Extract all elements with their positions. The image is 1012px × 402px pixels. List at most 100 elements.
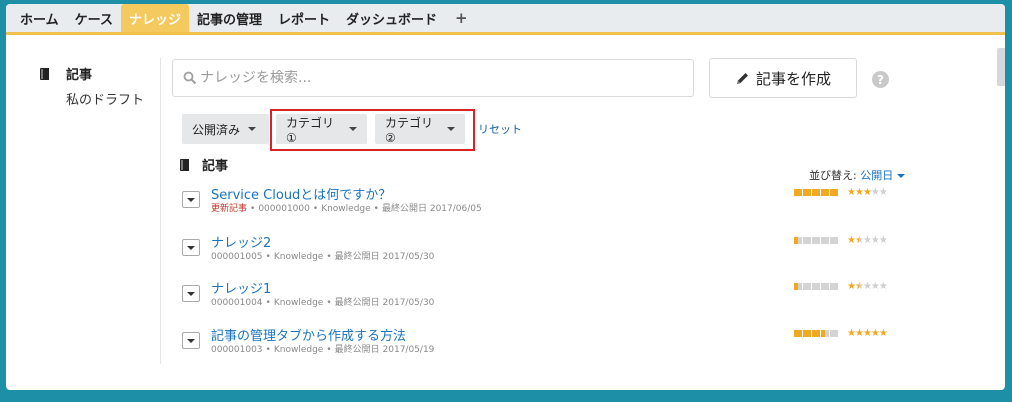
sidebar-item-articles[interactable]: 記事 xyxy=(30,64,160,83)
section-title: 記事 xyxy=(178,155,228,174)
popularity-bar xyxy=(803,237,811,244)
reset-link[interactable]: リセット xyxy=(478,121,522,137)
star-icon: ★ xyxy=(847,235,856,246)
section-title-label: 記事 xyxy=(202,159,229,174)
separator: • xyxy=(265,298,271,308)
star-icon: ★ xyxy=(854,328,864,339)
rating: ★ ★ ★ ★ ★ xyxy=(794,187,888,198)
star-icon: ★ xyxy=(862,235,872,246)
popularity-bar xyxy=(830,330,838,337)
popularity-bar xyxy=(794,237,802,244)
popularity-bar xyxy=(812,283,820,290)
article-type: Knowledge xyxy=(321,204,371,214)
filter-category-1[interactable]: カテゴリ① xyxy=(276,114,367,145)
article-date: 最終公開日 2017/05/30 xyxy=(334,252,435,262)
separator: • xyxy=(265,345,271,355)
chevron-down-icon xyxy=(897,174,906,178)
separator: • xyxy=(250,204,256,214)
filter-category-2[interactable]: カテゴリ② xyxy=(375,114,465,145)
star-rating: ★ ★ ★ ★ ★ xyxy=(847,328,888,339)
rating: ★ ★ ★ ★ ★ xyxy=(794,281,888,292)
filter-label: カテゴリ② xyxy=(385,115,434,145)
sort-dropdown[interactable]: 公開日 xyxy=(860,169,906,182)
star-icon: ★ xyxy=(847,328,856,339)
article-meta: 000001004 • Knowledge • 最終公開日 2017/05/30 xyxy=(211,295,434,308)
star-icon: ★ xyxy=(870,235,880,246)
sort-label: 並び替え: xyxy=(809,169,857,182)
filter-published[interactable]: 公開済み xyxy=(182,114,269,144)
row-menu-button[interactable] xyxy=(182,239,200,256)
sort-value: 公開日 xyxy=(860,169,894,182)
tab-cases[interactable]: ケース xyxy=(67,4,121,32)
article-type: Knowledge xyxy=(273,252,324,262)
article-number: 000001003 xyxy=(211,345,263,355)
separator: • xyxy=(326,345,332,355)
tab-article-management[interactable]: 記事の管理 xyxy=(189,4,270,32)
star-icon: ★ xyxy=(847,281,856,292)
article-meta: 更新記事 • 000001000 • Knowledge • 最終公開日 2017/06/0… xyxy=(211,201,482,214)
article-date: 最終公開日 2017/05/30 xyxy=(334,298,435,308)
row-menu-button[interactable] xyxy=(182,332,200,349)
popularity-bar xyxy=(794,330,802,337)
separator: • xyxy=(373,204,379,214)
status-badge: 更新記事 xyxy=(211,204,248,214)
tab-home[interactable]: ホーム xyxy=(12,4,67,32)
star-icon: ★ xyxy=(862,328,872,339)
article-meta: 000001003 • Knowledge • 最終公開日 2017/05/19 xyxy=(211,342,434,355)
rating: ★ ★ ★ ★ ★ xyxy=(794,328,888,339)
popularity-bar xyxy=(830,283,838,290)
tab-knowledge[interactable]: ナレッジ xyxy=(120,4,189,32)
search-box xyxy=(172,59,694,97)
sort-control: 並び替え: 公開日 xyxy=(809,167,906,183)
popularity-bar xyxy=(821,237,829,244)
star-rating: ★ ★ ★ ★ ★ xyxy=(847,281,888,292)
sidebar-item-my-drafts[interactable]: 私のドラフト xyxy=(66,89,160,108)
list-item: 記事の管理タブから作成する方法 000001003 • Knowledge • 最終公開日… xyxy=(182,325,912,363)
chevron-down-icon xyxy=(248,127,257,131)
chevron-down-icon xyxy=(349,127,357,131)
popularity-bar xyxy=(812,189,820,196)
popularity-bar xyxy=(803,189,811,196)
list-item: ナレッジ2 000001005 • Knowledge • 最終公開日 2017/05/3… xyxy=(182,232,912,270)
tab-dashboards[interactable]: ダッシュボード xyxy=(338,4,445,32)
sidebar-item-label: 記事 xyxy=(66,68,93,83)
search-input[interactable] xyxy=(200,70,693,86)
popularity-bar xyxy=(794,189,802,196)
article-number: 000001004 xyxy=(211,298,263,308)
popularity-bars xyxy=(794,237,839,244)
scrollbar[interactable] xyxy=(997,48,1005,86)
divider xyxy=(160,58,161,364)
rating: ★ ★ ★ ★ ★ xyxy=(794,235,888,246)
star-icon: ★ xyxy=(878,281,888,292)
separator: • xyxy=(265,252,271,262)
separator: • xyxy=(312,204,319,214)
star-icon: ★ xyxy=(862,187,872,198)
add-tab-button[interactable]: + xyxy=(445,4,478,32)
article-number: 000001000 xyxy=(258,204,310,214)
popularity-bars xyxy=(794,283,839,290)
row-menu-button[interactable] xyxy=(182,191,200,208)
book-icon xyxy=(180,158,189,171)
article-date: 最終公開日 2017/06/05 xyxy=(381,204,482,214)
search-icon xyxy=(183,71,197,85)
create-article-button[interactable]: 記事を作成 xyxy=(709,58,857,98)
list-item: ナレッジ1 000001004 • Knowledge • 最終公開日 2017/05/3… xyxy=(182,278,912,316)
help-icon[interactable]: ? xyxy=(872,71,889,88)
popularity-bar xyxy=(830,189,838,196)
star-icon: ★ xyxy=(847,187,856,198)
tab-reports[interactable]: レポート xyxy=(270,4,338,32)
filter-label: 公開済み xyxy=(192,122,241,137)
filter-label: カテゴリ① xyxy=(286,115,335,145)
separator: • xyxy=(326,298,332,308)
popularity-bar xyxy=(803,283,811,290)
popularity-bar xyxy=(830,237,838,244)
article-meta: 000001005 • Knowledge • 最終公開日 2017/05/30 xyxy=(211,249,434,262)
popularity-bar xyxy=(812,237,820,244)
row-menu-button[interactable] xyxy=(182,285,200,302)
article-date: 最終公開日 2017/05/19 xyxy=(334,345,435,355)
star-icon: ★ xyxy=(870,187,880,198)
star-icon: ★ xyxy=(878,187,888,198)
popularity-bars xyxy=(794,330,839,337)
star-icon: ★ xyxy=(870,328,880,339)
popularity-bar xyxy=(821,189,829,196)
